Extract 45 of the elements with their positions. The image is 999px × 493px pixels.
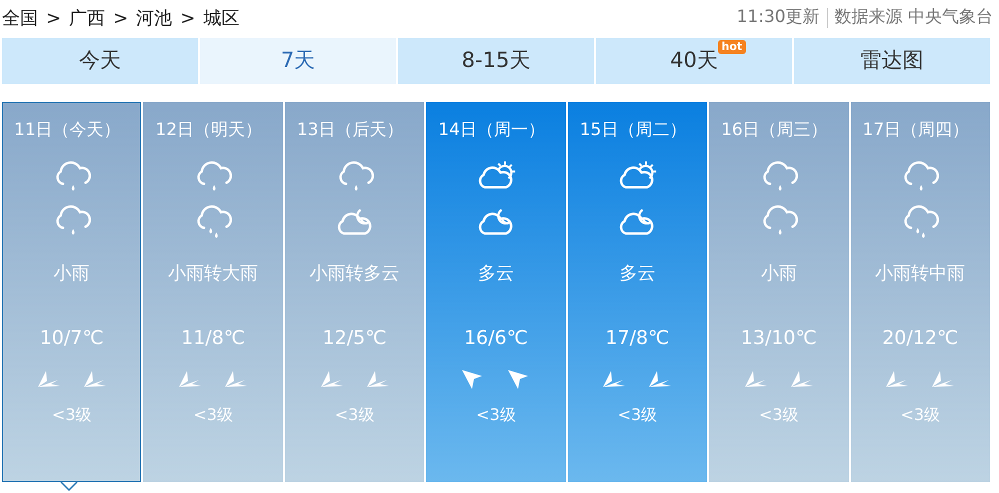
breadcrumb-current: 城区 (203, 6, 240, 30)
wind-level: <3级 (616, 404, 658, 426)
weather-text: 多云 (476, 262, 515, 286)
tab[interactable]: 雷达图 (794, 38, 990, 84)
weather-text: 小雨转大雨 (167, 262, 260, 286)
breadcrumb-link[interactable]: 河池 (136, 4, 172, 32)
temperature: 10/7℃ (38, 326, 105, 351)
wind-level: <3级 (475, 404, 517, 426)
breadcrumb-separator: > (113, 6, 128, 30)
breadcrumb-link[interactable]: 全国 (2, 4, 38, 32)
temperature: 12/5℃ (322, 326, 388, 351)
day-date: 15日（周二） (578, 119, 688, 142)
weather-text: 多云 (618, 262, 656, 286)
temperature: 17/8℃ (604, 326, 670, 351)
wind-level: <3级 (334, 404, 376, 426)
day-date: 17日（周四） (862, 119, 970, 142)
day-date: 16日（周三） (720, 119, 829, 142)
weather-text: 小雨转中雨 (874, 262, 966, 286)
temperature: 13/10℃ (740, 326, 818, 351)
day-date: 12日（明天） (154, 119, 264, 142)
breadcrumb-separator: > (180, 6, 196, 30)
breadcrumb-separator: > (46, 6, 62, 30)
tab[interactable]: 今天 (2, 38, 198, 84)
breadcrumb-link[interactable]: 广西 (69, 4, 106, 32)
weather-text: 小雨 (760, 262, 798, 286)
temperature: 11/8℃ (180, 326, 246, 351)
temperature: 20/12℃ (881, 326, 960, 351)
wind-level: <3级 (899, 404, 942, 426)
wind-level: <3级 (50, 404, 92, 426)
pointer-icon (60, 481, 78, 491)
wind-level: <3级 (758, 404, 800, 426)
weather-text: 小雨 (52, 262, 91, 286)
temperature: 16/6℃ (462, 326, 529, 351)
hot-badge: hot (718, 40, 746, 54)
tab[interactable]: 7天 (200, 38, 396, 84)
weather-text: 小雨转多云 (308, 262, 401, 286)
data-source: 数据来源 中央气象台 (834, 6, 993, 30)
wind-level: <3级 (192, 404, 234, 426)
day-card[interactable]: 14日（周一） 多云 16/6℃ <3级 (426, 102, 566, 482)
day-date: 14日（周一） (437, 119, 546, 142)
day-date: 13日（后天） (296, 119, 404, 142)
day-date: 11日（今天） (13, 119, 122, 142)
tab[interactable]: 8-15天 (398, 38, 594, 84)
update-time: 11:30更新 (736, 6, 820, 30)
day-card[interactable]: 15日（周二） 多云 17/8℃ <3级 (568, 102, 708, 482)
